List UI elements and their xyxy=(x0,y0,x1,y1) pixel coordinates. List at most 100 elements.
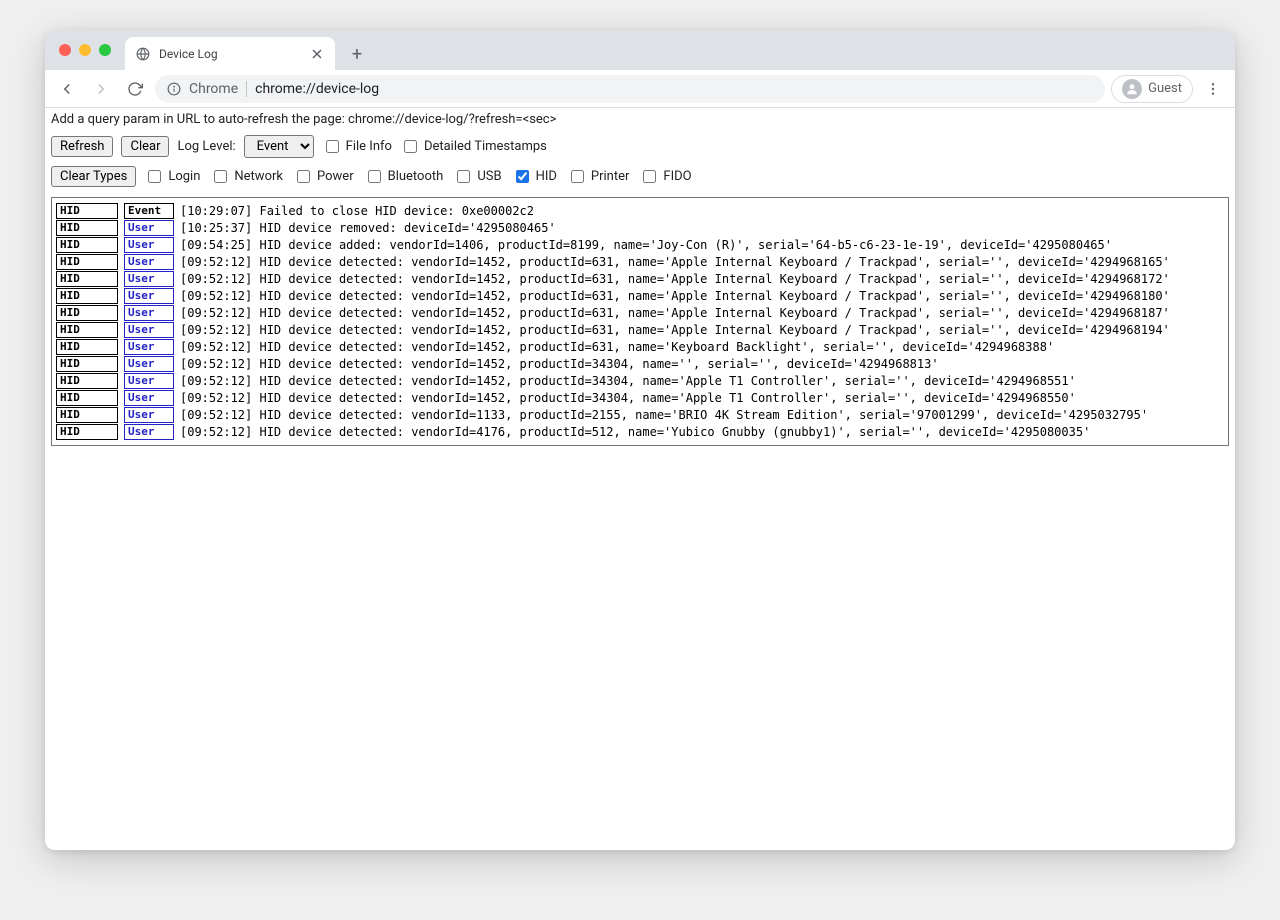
refresh-hint: Add a query param in URL to auto-refresh… xyxy=(45,108,1235,131)
log-row: HID User [09:52:12] HID device detected: v… xyxy=(56,305,1224,321)
log-row: HID User [10:25:37] HID device removed: de… xyxy=(56,220,1224,236)
type-filter-printer[interactable]: Printer xyxy=(567,167,630,186)
file-info-toggle[interactable]: File Info xyxy=(322,137,392,156)
close-tab-icon[interactable] xyxy=(309,46,325,62)
omnibox-origin: Chrome xyxy=(189,81,238,97)
window-controls xyxy=(59,44,111,56)
log-message: [09:52:12] HID device detected: vendorId… xyxy=(180,272,1170,286)
detailed-ts-checkbox[interactable] xyxy=(404,140,417,153)
log-level: User xyxy=(124,322,174,338)
omnibox-divider xyxy=(246,81,247,97)
type-filter-checkbox-network[interactable] xyxy=(214,170,227,183)
log-message: [09:52:12] HID device detected: vendorId… xyxy=(180,306,1170,320)
type-filter-checkbox-hid[interactable] xyxy=(516,170,529,183)
log-level: User xyxy=(124,424,174,440)
maximize-window-button[interactable] xyxy=(99,44,111,56)
log-category: HID xyxy=(56,373,118,389)
profile-label: Guest xyxy=(1148,81,1182,96)
log-row: HIDUser[09:52:12] HID device detected: v… xyxy=(56,424,1224,440)
tab-strip: Device Log + xyxy=(45,30,1235,70)
log-message: [09:52:12] HID device detected: vendorId… xyxy=(180,289,1170,303)
log-message: [10:29:07] Failed to close HID device: 0… xyxy=(180,204,534,218)
log-category: HID xyxy=(56,254,118,270)
site-info-icon[interactable] xyxy=(167,82,181,96)
log-message: [10:25:37] HID device removed: deviceId=… xyxy=(180,221,556,235)
minimize-window-button[interactable] xyxy=(79,44,91,56)
log-row: HIDUser[09:52:12] HID device detected: v… xyxy=(56,322,1224,338)
type-filter-power[interactable]: Power xyxy=(293,167,354,186)
log-level: User xyxy=(124,373,174,389)
log-message: [09:52:12] HID device detected: vendorId… xyxy=(180,340,1054,354)
controls-row-1: Refresh Clear Log Level: Event File Info… xyxy=(45,131,1235,162)
log-level: User xyxy=(124,254,174,270)
browser-toolbar: Chrome chrome://device-log Guest xyxy=(45,70,1235,108)
new-tab-button[interactable]: + xyxy=(343,40,371,68)
log-row: HID User [09:52:12] HID device detected: v… xyxy=(56,339,1224,355)
forward-button[interactable] xyxy=(87,75,115,103)
tab-title: Device Log xyxy=(159,47,309,61)
type-filter-checkbox-printer[interactable] xyxy=(571,170,584,183)
log-level: User xyxy=(124,271,174,287)
type-filter-usb[interactable]: USB xyxy=(453,167,501,186)
type-filter-checkbox-usb[interactable] xyxy=(457,170,470,183)
log-message: [09:54:25] HID device added: vendorId=14… xyxy=(180,238,1112,252)
log-level: User xyxy=(124,339,174,355)
clear-button[interactable]: Clear xyxy=(121,136,169,157)
type-filter-network[interactable]: Network xyxy=(210,167,283,186)
type-filter-checkbox-login[interactable] xyxy=(148,170,161,183)
log-level-label: Log Level: xyxy=(177,139,235,154)
type-filter-login[interactable]: Login xyxy=(144,167,200,186)
page-content: Add a query param in URL to auto-refresh… xyxy=(45,108,1235,850)
log-level: User xyxy=(124,390,174,406)
clear-types-button[interactable]: Clear Types xyxy=(51,166,136,187)
log-message: [09:52:12] HID device detected: vendorId… xyxy=(180,391,1076,405)
refresh-button[interactable]: Refresh xyxy=(51,136,113,157)
type-filter-checkbox-power[interactable] xyxy=(297,170,310,183)
type-filter-checkbox-bluetooth[interactable] xyxy=(368,170,381,183)
address-bar[interactable]: Chrome chrome://device-log xyxy=(155,75,1105,103)
log-category: HID xyxy=(56,237,118,253)
detailed-ts-toggle[interactable]: Detailed Timestamps xyxy=(400,137,547,156)
log-category: HID xyxy=(56,390,118,406)
type-filter-hid[interactable]: HID xyxy=(512,167,557,186)
type-filter-group: Login Network Power Bluetooth USB HID Printer F… xyxy=(144,167,691,186)
log-level: User xyxy=(124,288,174,304)
log-row: HIDUser[09:52:12] HID device detected: v… xyxy=(56,407,1224,423)
reload-button[interactable] xyxy=(121,75,149,103)
log-category: HID xyxy=(56,305,118,321)
log-table: HIDEvent[10:29:07] Failed to close HID d… xyxy=(51,197,1229,446)
log-level: User xyxy=(124,220,174,236)
omnibox-url: chrome://device-log xyxy=(255,81,379,97)
type-filter-bluetooth[interactable]: Bluetooth xyxy=(364,167,444,186)
log-category: HID xyxy=(56,339,118,355)
kebab-menu-icon[interactable] xyxy=(1199,75,1227,103)
log-row: HID User [09:52:12] HID device detected: v… xyxy=(56,288,1224,304)
log-message: [09:52:12] HID device detected: vendorId… xyxy=(180,374,1076,388)
log-row: HID User [09:52:12] HID device detected: v… xyxy=(56,271,1224,287)
log-level: User xyxy=(124,305,174,321)
browser-tab[interactable]: Device Log xyxy=(125,37,335,70)
log-category: HID xyxy=(56,203,118,219)
log-category: HID xyxy=(56,220,118,236)
log-level-select[interactable]: Event xyxy=(244,135,314,158)
log-row: HIDUser[09:52:12] HID device detected: v… xyxy=(56,254,1224,270)
log-level: User xyxy=(124,407,174,423)
log-level: User xyxy=(124,356,174,372)
log-row: HID User [09:52:12] HID device detected: v… xyxy=(56,390,1224,406)
close-window-button[interactable] xyxy=(59,44,71,56)
back-button[interactable] xyxy=(53,75,81,103)
log-message: [09:52:12] HID device detected: vendorId… xyxy=(180,425,1090,439)
log-row: HIDEvent[10:29:07] Failed to close HID d… xyxy=(56,203,1224,219)
controls-row-2: Clear Types Login Network Power Bluetooth US… xyxy=(45,162,1235,191)
file-info-checkbox[interactable] xyxy=(326,140,339,153)
log-row: HIDUser[09:52:12] HID device detected: v… xyxy=(56,356,1224,372)
log-message: [09:52:12] HID device detected: vendorId… xyxy=(180,323,1170,337)
log-category: HID xyxy=(56,271,118,287)
type-filter-checkbox-fido[interactable] xyxy=(643,170,656,183)
log-row: HID User [09:52:12] HID device detected: v… xyxy=(56,373,1224,389)
profile-chip[interactable]: Guest xyxy=(1111,75,1193,103)
log-category: HID xyxy=(56,407,118,423)
log-category: HID xyxy=(56,288,118,304)
avatar-icon xyxy=(1122,79,1142,99)
type-filter-fido[interactable]: FIDO xyxy=(639,167,691,186)
